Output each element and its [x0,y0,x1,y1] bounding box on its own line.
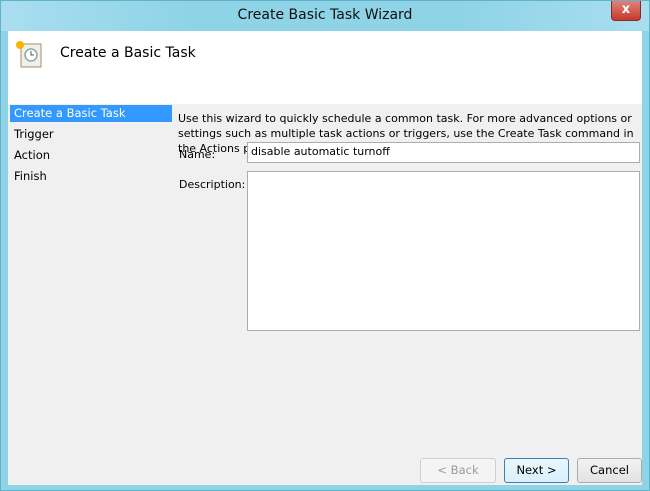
step-action: Action [14,148,51,162]
client-area: Create a Basic Task Create a Basic Task … [8,31,642,485]
scheduled-task-icon [16,41,42,68]
window-title: Create Basic Task Wizard [237,7,413,23]
close-button[interactable]: x [611,1,641,21]
next-button[interactable]: Next > [504,458,569,483]
title-bar[interactable]: Create Basic Task Wizard x [1,1,649,31]
page-title: Create a Basic Task [60,45,196,61]
description-input[interactable] [247,171,640,331]
header: Create a Basic Task [8,31,642,104]
step-create-basic-task: Create a Basic Task [10,105,172,122]
back-button[interactable]: < Back [420,458,496,483]
step-trigger: Trigger [14,127,54,141]
wizard-window: Create Basic Task Wizard x Create a Basi… [0,0,650,491]
wizard-steps: Create a Basic Task Trigger Action Finis… [10,105,172,188]
name-input[interactable]: disable automatic turnoff [247,142,640,163]
name-label: Name: [179,148,216,161]
description-label: Description: [179,178,246,191]
step-finish: Finish [14,169,47,183]
cancel-button[interactable]: Cancel [577,458,642,483]
